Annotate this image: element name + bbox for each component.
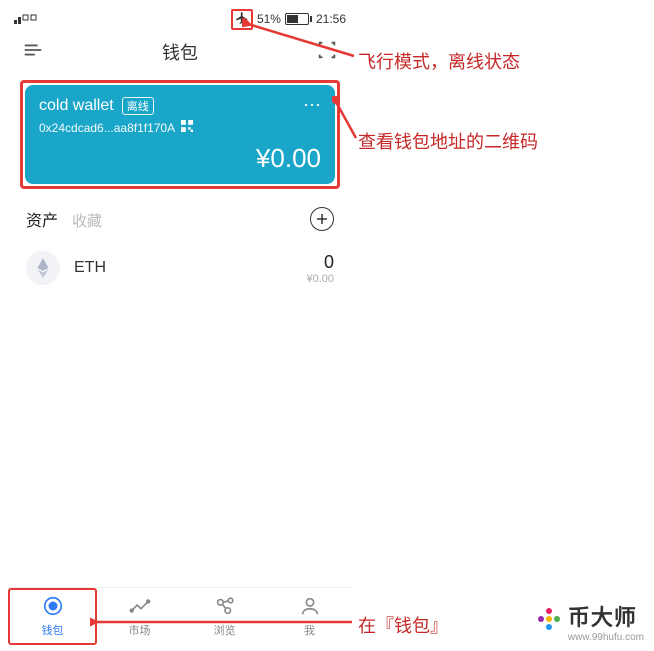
tabbar-label: 钱包 xyxy=(42,622,64,638)
status-indicator-icon xyxy=(14,12,44,27)
wallet-offline-badge: 离线 xyxy=(122,97,154,115)
wallet-balance: ¥0.00 xyxy=(39,143,321,174)
status-bar: 51% 21:56 xyxy=(8,8,352,30)
tabbar-label: 我 xyxy=(304,622,315,638)
tab-assets[interactable]: 资产 xyxy=(26,207,58,231)
airplane-mode-highlight xyxy=(231,9,253,30)
wallet-more-icon[interactable]: ⋯ xyxy=(303,95,323,116)
watermark: 币大师 www.99hufu.com xyxy=(536,600,644,643)
annotation-wallet-tab: 在『钱包』 xyxy=(358,612,448,638)
asset-item-eth[interactable]: ETH 0 ¥0.00 xyxy=(8,237,352,299)
market-tab-icon xyxy=(129,595,151,620)
wallet-card-highlight: cold wallet 离线 ⋯ 0x24cdcad6...aa8f1f170A… xyxy=(20,80,340,189)
assets-tabs-row: 资产 收藏 xyxy=(8,199,352,237)
qr-icon[interactable] xyxy=(181,119,193,137)
add-asset-button[interactable] xyxy=(310,207,334,231)
airplane-icon xyxy=(235,11,249,28)
tabbar-item-market[interactable]: 市场 xyxy=(97,588,182,645)
phone-viewport: 51% 21:56 钱包 cold wallet 离线 ⋯ 0x24cdcad6… xyxy=(8,8,352,645)
wallet-card[interactable]: cold wallet 离线 ⋯ 0x24cdcad6...aa8f1f170A… xyxy=(25,85,335,184)
wallet-address: 0x24cdcad6...aa8f1f170A xyxy=(39,121,175,135)
eth-icon xyxy=(26,251,60,285)
battery-percent: 51% xyxy=(257,12,281,26)
status-right: 51% 21:56 xyxy=(231,9,346,30)
nav-bar: 钱包 xyxy=(8,30,352,74)
tab-favorites[interactable]: 收藏 xyxy=(72,210,102,231)
page-title: 钱包 xyxy=(44,39,316,65)
annotation-airplane: 飞行模式，离线状态 xyxy=(358,48,520,74)
tabbar-item-wallet[interactable]: 钱包 xyxy=(8,588,97,645)
clock: 21:56 xyxy=(316,12,346,26)
me-tab-icon xyxy=(299,595,321,620)
asset-amount: 0 xyxy=(306,252,334,273)
tabbar-label: 浏览 xyxy=(214,622,236,638)
status-left xyxy=(14,12,44,27)
scan-icon[interactable] xyxy=(316,39,338,66)
watermark-url: www.99hufu.com xyxy=(568,632,644,643)
wallet-tab-icon xyxy=(42,595,64,620)
watermark-title: 币大师 xyxy=(568,600,644,632)
annotation-qr: 查看钱包地址的二维码 xyxy=(358,128,538,154)
asset-fiat: ¥0.00 xyxy=(306,273,334,285)
browse-tab-icon xyxy=(214,595,236,620)
wallet-name: cold wallet xyxy=(39,97,114,115)
bottom-tabbar: 钱包 市场 浏览 我 xyxy=(8,587,352,645)
tabbar-label: 市场 xyxy=(129,622,151,638)
tabbar-item-browse[interactable]: 浏览 xyxy=(182,588,267,645)
tabbar-item-me[interactable]: 我 xyxy=(267,588,352,645)
watermark-flower-icon xyxy=(536,606,562,638)
menu-icon[interactable] xyxy=(22,39,44,66)
battery-icon xyxy=(285,13,312,25)
asset-symbol: ETH xyxy=(74,259,306,277)
